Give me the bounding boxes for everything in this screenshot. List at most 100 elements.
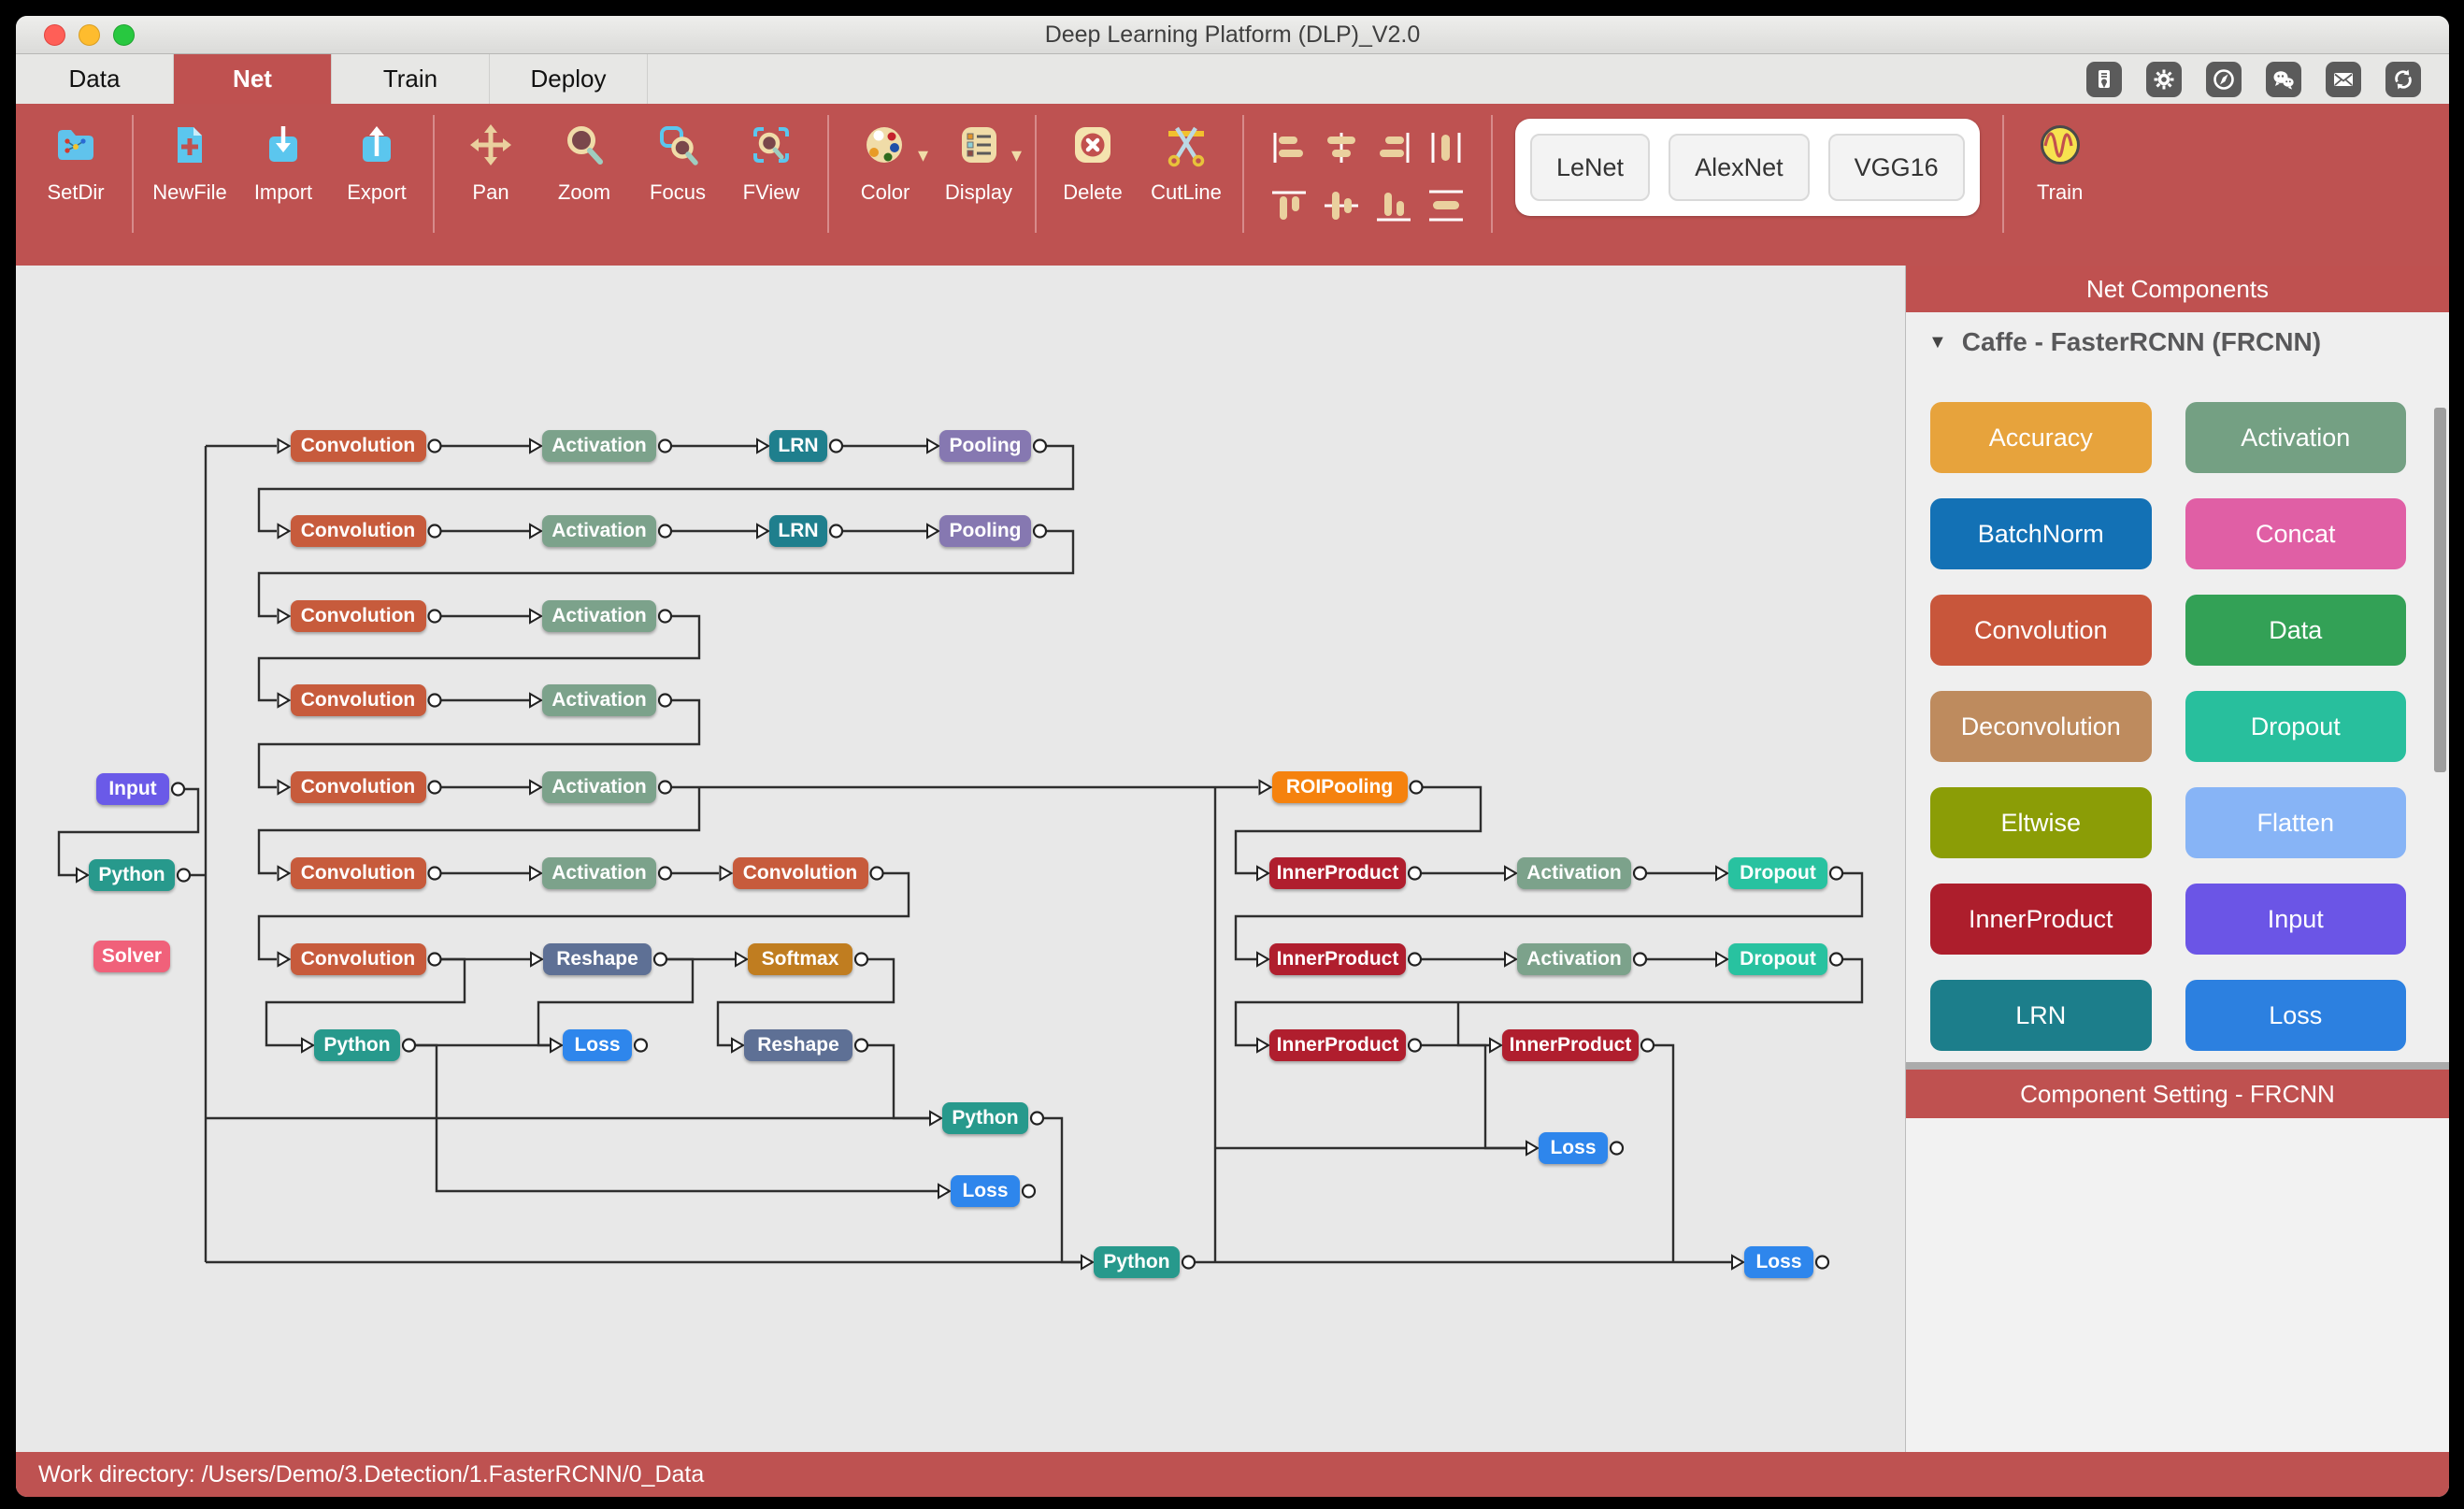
component-activation-button[interactable]: Activation [2185,402,2406,473]
component-data-button[interactable]: Data [2185,595,2406,666]
input-port-icon[interactable] [735,951,749,968]
align-middle-button[interactable] [1315,177,1368,235]
output-port-icon[interactable] [853,1038,869,1053]
output-port-icon[interactable] [1409,780,1424,795]
output-port-icon[interactable] [657,693,673,708]
output-port-icon[interactable] [828,524,844,539]
input-port-icon[interactable] [731,1037,745,1054]
input-port-icon[interactable] [756,523,770,539]
input-port-icon[interactable] [1258,779,1273,796]
tab-net[interactable]: Net [174,54,332,104]
tab-deploy[interactable]: Deploy [490,54,648,104]
input-port-icon[interactable] [1526,1140,1540,1157]
input-port-icon[interactable] [529,438,543,454]
output-port-icon[interactable] [657,780,673,795]
input-port-icon[interactable] [277,608,292,625]
input-port-icon[interactable] [530,951,544,968]
component-concat-button[interactable]: Concat [2185,498,2406,569]
align-top-button[interactable] [1263,177,1315,235]
input-port-icon[interactable] [277,951,292,968]
node-ip4[interactable]: InnerProduct [1502,1029,1639,1061]
toolbar-cutline-button[interactable]: CutLine [1143,117,1229,205]
output-port-icon[interactable] [1032,438,1048,453]
input-port-icon[interactable] [529,692,543,709]
input-port-icon[interactable] [277,779,292,796]
compass-icon[interactable] [2206,61,2242,97]
toolbar-train-button[interactable]: Train [2017,117,2103,205]
node-input[interactable]: Input [96,773,169,805]
output-port-icon[interactable] [401,1038,417,1053]
output-port-icon[interactable] [869,866,884,881]
output-port-icon[interactable] [1632,952,1648,967]
maximize-button[interactable] [113,23,135,46]
output-port-icon[interactable] [1407,866,1423,881]
toolbar-newfile-button[interactable]: NewFile [147,117,233,205]
input-port-icon[interactable] [756,438,770,454]
toolbar-zoom-button[interactable]: Zoom [541,117,627,205]
sync-icon[interactable] [2385,61,2421,97]
input-port-icon[interactable] [1715,951,1729,968]
input-port-icon[interactable] [929,1110,943,1127]
node-drop2[interactable]: Dropout [1728,943,1827,975]
input-port-icon[interactable] [301,1037,315,1054]
mail-icon[interactable] [2326,61,2361,97]
output-port-icon[interactable] [1021,1184,1037,1199]
node-conv2[interactable]: Convolution [290,515,426,547]
input-port-icon[interactable] [1081,1254,1095,1271]
node-act8[interactable]: Activation [1517,943,1631,975]
node-loss-bbox[interactable]: Loss [1744,1246,1813,1278]
output-port-icon[interactable] [657,609,673,624]
input-port-icon[interactable] [1256,1037,1270,1054]
output-port-icon[interactable] [427,524,442,539]
toolbar-export-button[interactable]: Export [334,117,420,205]
component-eltwise-button[interactable]: Eltwise [1930,787,2152,858]
gear-icon[interactable] [2146,61,2182,97]
align-center-horizontal-button[interactable] [1315,119,1368,177]
input-port-icon[interactable] [529,523,543,539]
node-act3[interactable]: Activation [542,600,656,632]
toolbar-import-button[interactable]: Import [240,117,326,205]
dropdown-caret-icon[interactable]: ▾ [1011,143,1022,167]
output-port-icon[interactable] [828,438,844,453]
node-ip2[interactable]: InnerProduct [1269,943,1406,975]
toolbar-pan-button[interactable]: Pan [448,117,534,205]
output-port-icon[interactable] [1828,866,1844,881]
node-solver[interactable]: Solver [93,941,170,972]
preset-lenet-button[interactable]: LeNet [1530,134,1651,201]
input-port-icon[interactable] [1256,865,1270,882]
node-conv4[interactable]: Convolution [290,684,426,716]
node-pool1[interactable]: Pooling [939,430,1031,462]
node-lrn2[interactable]: LRN [769,515,827,547]
tab-data[interactable]: Data [16,54,174,104]
node-act2[interactable]: Activation [542,515,656,547]
toolbar-setdir-button[interactable]: SetDir [33,117,119,205]
network-canvas[interactable]: Input Python Solver Convolution Activation LR… [16,266,1905,1452]
node-loss-rpn-bbox[interactable]: Loss [951,1175,1020,1207]
distribute-horizontal-button[interactable] [1420,177,1472,235]
component-loss-button[interactable]: Loss [2185,980,2406,1051]
node-conv1[interactable]: Convolution [290,430,426,462]
toolbar-fview-button[interactable]: FView [728,117,814,205]
node-python-rpn[interactable]: Python [314,1029,400,1061]
output-port-icon[interactable] [1828,952,1844,967]
output-port-icon[interactable] [427,866,442,881]
input-port-icon[interactable] [529,865,543,882]
component-convolution-button[interactable]: Convolution [1930,595,2152,666]
input-port-icon[interactable] [1504,865,1518,882]
output-port-icon[interactable] [427,952,442,967]
node-act4[interactable]: Activation [542,684,656,716]
output-port-icon[interactable] [1407,1038,1423,1053]
output-port-icon[interactable] [1814,1255,1830,1270]
component-deconvolution-button[interactable]: Deconvolution [1930,691,2152,762]
input-port-icon[interactable] [1256,951,1270,968]
preset-vgg16-button[interactable]: VGG16 [1827,134,1965,201]
input-port-icon[interactable] [277,692,292,709]
toolbar-color-button[interactable]: ▾ Color [842,117,928,205]
input-port-icon[interactable] [1731,1254,1745,1271]
component-lrn-button[interactable]: LRN [1930,980,2152,1051]
node-loss-cls[interactable]: Loss [1539,1132,1608,1164]
output-port-icon[interactable] [1609,1141,1625,1156]
tab-train[interactable]: Train [332,54,490,104]
node-lrn1[interactable]: LRN [769,430,827,462]
input-port-icon[interactable] [529,608,543,625]
